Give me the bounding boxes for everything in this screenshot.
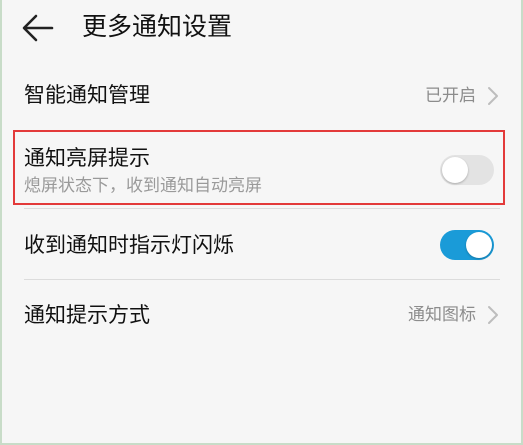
setting-label: 通知提示方式 <box>24 303 150 327</box>
toggle-knob <box>466 232 492 258</box>
header: 更多通知设置 <box>2 0 521 56</box>
setting-value: 已开启 <box>425 86 476 106</box>
toggle-knob <box>442 157 468 183</box>
back-button[interactable] <box>18 10 58 46</box>
setting-label: 通知亮屏提示 <box>24 146 150 170</box>
setting-row-indicator-light[interactable]: 收到通知时指示灯闪烁 <box>2 209 521 279</box>
setting-value: 通知图标 <box>408 305 476 325</box>
setting-label: 智能通知管理 <box>24 83 150 107</box>
setting-label: 收到通知时指示灯闪烁 <box>24 233 234 257</box>
setting-description: 熄屏状态下，收到通知自动亮屏 <box>24 176 262 196</box>
wake-screen-toggle[interactable] <box>440 155 494 185</box>
page-title: 更多通知设置 <box>82 12 233 41</box>
setting-row-wake-screen[interactable]: 通知亮屏提示 熄屏状态下，收到通知自动亮屏 <box>2 132 521 204</box>
chevron-right-icon <box>487 86 499 106</box>
back-arrow-icon <box>22 14 54 42</box>
chevron-right-icon <box>487 305 499 325</box>
settings-screen: 更多通知设置 智能通知管理 已开启 通知亮屏提示 熄屏状态下，收到通知自动亮屏 … <box>2 0 521 443</box>
setting-row-notification-style[interactable]: 通知提示方式 通知图标 <box>2 280 521 348</box>
indicator-light-toggle[interactable] <box>440 230 494 260</box>
setting-row-smart-management[interactable]: 智能通知管理 已开启 <box>2 66 521 128</box>
